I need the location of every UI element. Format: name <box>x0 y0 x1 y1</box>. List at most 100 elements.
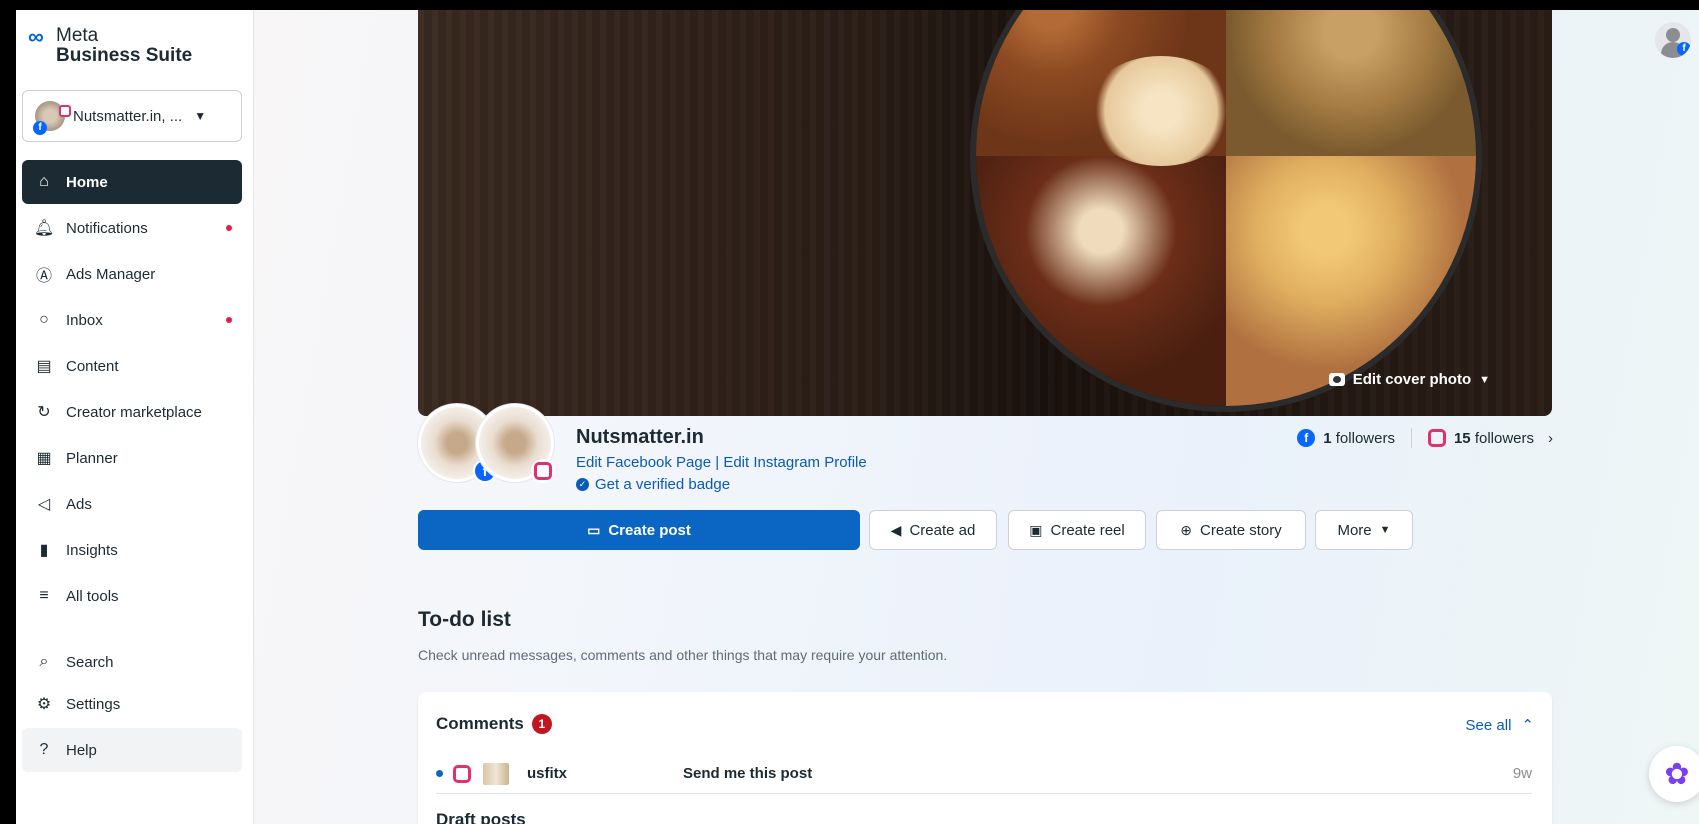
instagram-icon <box>59 105 71 117</box>
app-frame: ∞ Meta Business Suite f Nutsmatter.in, .… <box>16 10 1699 824</box>
more-button[interactable]: More ▼ <box>1315 510 1413 550</box>
nav-label: Ads Manager <box>66 265 156 283</box>
nav-item-ads-manager[interactable]: Ⓐ Ads Manager <box>22 252 242 296</box>
nav-item-insights[interactable]: ▮ Insights <box>22 528 242 572</box>
nav-label: Planner <box>66 449 118 467</box>
more-label: More <box>1337 521 1372 539</box>
creator-icon: ↻ <box>37 404 51 421</box>
content-icon: ▤ <box>36 358 52 375</box>
nav-item-notifications[interactable]: 🔔︎ Notifications <box>22 206 242 250</box>
nav-item-inbox[interactable]: ○ Inbox <box>22 298 242 342</box>
nav-label: Ads <box>66 495 92 513</box>
instagram-profile-avatar[interactable] <box>476 404 555 483</box>
brand-line1: Meta <box>56 25 99 46</box>
gear-icon: ⚙ <box>36 696 52 713</box>
create-ad-button[interactable]: ◀ Create ad <box>869 510 997 550</box>
caret-down-icon: ▼ <box>194 109 207 123</box>
comment-message: Send me this post <box>683 765 813 782</box>
comment-user: usfitx <box>527 765 568 782</box>
nav-label: Content <box>66 357 119 375</box>
nav-item-ads[interactable]: ◁ Ads <box>22 482 242 526</box>
unread-dot <box>436 770 443 777</box>
comment-row[interactable]: usfitx Send me this post 9w <box>436 754 1532 794</box>
todo-title: To-do list <box>418 608 511 631</box>
create-reel-button[interactable]: ▣ Create reel <box>1008 510 1146 550</box>
meta-ai-assistant-icon[interactable]: ✿ <box>1649 746 1699 802</box>
create-ad-label: Create ad <box>909 521 976 539</box>
edit-links: Edit Facebook Page | Edit Instagram Prof… <box>576 454 867 471</box>
nav-item-search[interactable]: ⌕ Search <box>22 640 242 684</box>
account-avatar: f <box>33 101 71 135</box>
story-icon: ⊕ <box>1180 521 1193 538</box>
megaphone-icon: ◀ <box>890 521 902 538</box>
instagram-icon <box>534 462 552 480</box>
edit-cover-photo-button[interactable]: Edit cover photo ▼ <box>1328 371 1490 388</box>
account-switcher[interactable]: f Nutsmatter.in, ... ▼ <box>22 90 242 142</box>
facebook-icon: f <box>33 121 47 135</box>
todo-description: Check unread messages, comments and othe… <box>418 647 948 663</box>
nav-item-content[interactable]: ▤ Content <box>22 344 242 388</box>
next-section-title: Draft posts <box>436 810 526 824</box>
create-reel-label: Create reel <box>1050 521 1125 539</box>
reel-icon: ▣ <box>1029 521 1043 538</box>
brand-line2: Business Suite <box>56 45 193 66</box>
ig-followers-label: followers <box>1474 429 1534 447</box>
fb-followers-count: 1 <box>1323 429 1332 447</box>
unread-dot <box>226 317 232 323</box>
chevron-up-icon: ⌃ <box>1521 717 1534 734</box>
camera-icon <box>1328 373 1345 386</box>
nav-item-all-tools[interactable]: ≡ All tools <box>22 574 242 618</box>
nav-label: Search <box>66 653 114 671</box>
see-all-link[interactable]: See all ⌃ <box>1465 716 1534 735</box>
search-icon: ⌕ <box>39 653 49 670</box>
caret-down-icon: ▼ <box>1479 373 1490 386</box>
page-name: Nutsmatter.in <box>576 426 704 448</box>
edit-facebook-page-link[interactable]: Edit Facebook Page <box>576 454 711 471</box>
unread-dot <box>226 225 232 231</box>
ads-manager-icon: Ⓐ <box>35 268 52 285</box>
facebook-icon: f <box>1297 429 1316 447</box>
fb-followers-label: followers <box>1335 429 1395 447</box>
edit-cover-label: Edit cover photo <box>1352 371 1472 388</box>
chevron-right-icon: › <box>1548 429 1553 447</box>
facebook-icon: f <box>1677 42 1691 56</box>
post-icon: ▭ <box>587 521 601 538</box>
nav-label: Inbox <box>66 311 103 329</box>
edit-instagram-profile-link[interactable]: Edit Instagram Profile <box>723 454 866 471</box>
nav-item-settings[interactable]: ⚙ Settings <box>22 682 242 726</box>
nav-label: Settings <box>66 695 121 713</box>
home-icon: ⌂ <box>39 173 49 190</box>
create-post-button[interactable]: ▭ Create post <box>418 510 860 550</box>
nuts-bowl-image <box>970 10 1482 412</box>
bell-icon: 🔔︎ <box>33 220 55 237</box>
comments-header: Comments 1 <box>436 714 552 734</box>
followers-summary[interactable]: f 1 followers 15 followers › <box>1297 428 1553 448</box>
create-story-button[interactable]: ⊕ Create story <box>1156 510 1306 550</box>
nav-item-home[interactable]: ⌂ Home <box>22 160 242 204</box>
comments-title: Comments <box>436 714 524 733</box>
nav-label: Help <box>66 741 97 759</box>
nav-item-creator-marketplace[interactable]: ↻ Creator marketplace <box>22 390 242 434</box>
nav-item-help[interactable]: ? Help <box>22 728 242 772</box>
cover-photo: Edit cover photo ▼ <box>418 10 1552 416</box>
comments-card: Comments 1 See all ⌃ usfitx Send me this… <box>418 692 1552 824</box>
post-thumbnail <box>483 762 509 785</box>
meta-logo[interactable]: ∞ Meta Business Suite <box>28 26 192 66</box>
profile-avatar[interactable]: f <box>1655 22 1691 58</box>
create-post-label: Create post <box>608 521 691 539</box>
see-all-label: See all <box>1465 716 1512 734</box>
instagram-icon <box>453 764 471 783</box>
chat-bubble-icon: ○ <box>39 311 49 328</box>
caret-down-icon: ▼ <box>1379 524 1391 536</box>
megaphone-icon: ◁ <box>37 496 51 513</box>
account-name: Nutsmatter.in, ... <box>73 107 183 125</box>
meta-infinity-icon: ∞ <box>28 24 44 49</box>
nav-label: All tools <box>66 587 119 605</box>
verified-label: Get a verified badge <box>595 476 731 493</box>
comments-count-badge: 1 <box>531 714 552 734</box>
nav-label: Creator marketplace <box>66 403 202 421</box>
nav-item-planner[interactable]: ▦ Planner <box>22 436 242 480</box>
nav-label: Notifications <box>66 219 148 237</box>
nav-label: Insights <box>66 541 118 559</box>
verified-badge-link[interactable]: ✓ Get a verified badge <box>576 476 730 493</box>
